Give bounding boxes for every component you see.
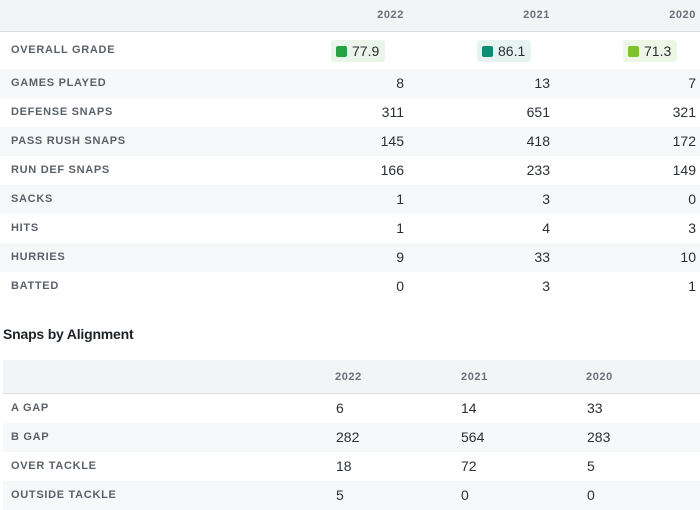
table-row: HURRIES 9 33 10 — [0, 243, 700, 272]
cell-2020: 1 — [688, 278, 696, 294]
cell-2022: 6 — [336, 400, 344, 416]
cell-2021: 72 — [461, 458, 477, 474]
cell-2020: 7 — [688, 75, 696, 91]
cell-2020: 0 — [688, 191, 696, 207]
table-row: DEFENSE SNAPS 311 651 321 — [0, 98, 700, 127]
cell-2021: 4 — [542, 220, 550, 236]
cell-2021: 564 — [461, 429, 485, 445]
row-label: OVER TACKLE — [11, 460, 97, 472]
cell-2020: 172 — [672, 133, 696, 149]
cell-2021: 14 — [461, 400, 477, 416]
row-label: OUTSIDE TACKLE — [11, 489, 117, 501]
table-row: PASS RUSH SNAPS 145 418 172 — [0, 127, 700, 156]
cell-2022: 1 — [396, 220, 404, 236]
cell-2021: 418 — [526, 133, 550, 149]
table-row: OUTSIDE TACKLE 5 0 0 — [3, 481, 700, 510]
section-title-alignment: Snaps by Alignment — [3, 326, 134, 342]
row-label: HITS — [11, 222, 39, 234]
row-label: A GAP — [11, 402, 49, 414]
table-row: B GAP 282 564 283 — [3, 423, 700, 452]
align-col-2021[interactable]: 2021 — [461, 371, 488, 383]
stats-col-2020[interactable]: 2020 — [636, 9, 696, 21]
grade-value: 86.1 — [498, 43, 526, 59]
cell-2021: 3 — [542, 278, 550, 294]
row-label: HURRIES — [11, 251, 66, 263]
align-col-2020[interactable]: 2020 — [586, 371, 613, 383]
cell-2020: 0 — [587, 487, 595, 503]
cell-2021: 33 — [534, 249, 550, 265]
cell-2022: 5 — [336, 487, 344, 503]
grade-value: 71.3 — [644, 43, 672, 59]
row-label: OVERALL GRADE — [11, 44, 116, 56]
table-row: RUN DEF SNAPS 166 233 149 — [0, 156, 700, 185]
alignment-table-header: 2022 2021 2020 — [3, 360, 700, 394]
grade-badge-2021: 86.1 — [477, 40, 532, 62]
grade-badge-2022: 77.9 — [331, 40, 386, 62]
grade-value: 77.9 — [352, 43, 380, 59]
row-label: BATTED — [11, 280, 59, 292]
table-row: GAMES PLAYED 8 13 7 — [0, 69, 700, 98]
row-label: RUN DEF SNAPS — [11, 164, 110, 176]
align-col-2022[interactable]: 2022 — [335, 371, 362, 383]
cell-2021: 13 — [534, 75, 550, 91]
cell-2020: 321 — [672, 104, 696, 120]
cell-2022: 145 — [380, 133, 404, 149]
cell-2022: 166 — [380, 162, 404, 178]
row-label: PASS RUSH SNAPS — [11, 135, 126, 147]
cell-2021: 233 — [526, 162, 550, 178]
cell-2022: 9 — [396, 249, 404, 265]
stats-col-2022[interactable]: 2022 — [344, 9, 404, 21]
grade-badge-2020: 71.3 — [623, 40, 678, 62]
cell-2021: 0 — [461, 487, 469, 503]
table-row-overall-grade: OVERALL GRADE 77.9 86.1 71.3 — [0, 32, 700, 69]
cell-2022: 282 — [336, 429, 360, 445]
row-label: GAMES PLAYED — [11, 77, 107, 89]
stats-table: 2022 2021 2020 OVERALL GRADE 77.9 86.1 7… — [0, 0, 700, 301]
table-row: HITS 1 4 3 — [0, 214, 700, 243]
grade-color-icon — [336, 45, 347, 57]
cell-2021: 3 — [542, 191, 550, 207]
grade-color-icon — [628, 45, 639, 57]
cell-2022: 311 — [381, 104, 404, 120]
table-row: BATTED 0 3 1 — [0, 272, 700, 301]
cell-2022: 1 — [396, 191, 404, 207]
cell-2020: 33 — [587, 400, 603, 416]
cell-2020: 10 — [680, 249, 696, 265]
table-row: A GAP 6 14 33 — [3, 394, 700, 423]
alignment-table: 2022 2021 2020 A GAP 6 14 33 B GAP 282 5… — [3, 360, 700, 510]
cell-2022: 0 — [396, 278, 404, 294]
row-label: B GAP — [11, 431, 50, 443]
stats-table-header: 2022 2021 2020 — [0, 0, 700, 32]
table-row: SACKS 1 3 0 — [0, 185, 700, 214]
row-label: SACKS — [11, 193, 54, 205]
cell-2022: 8 — [396, 75, 404, 91]
cell-2022: 18 — [336, 458, 352, 474]
cell-2020: 5 — [587, 458, 595, 474]
grade-color-icon — [482, 45, 493, 57]
table-row: OVER TACKLE 18 72 5 — [3, 452, 700, 481]
cell-2020: 149 — [672, 162, 696, 178]
stats-col-2021[interactable]: 2021 — [490, 9, 550, 21]
row-label: DEFENSE SNAPS — [11, 106, 114, 118]
cell-2021: 651 — [526, 104, 550, 120]
cell-2020: 283 — [587, 429, 611, 445]
cell-2020: 3 — [688, 220, 696, 236]
